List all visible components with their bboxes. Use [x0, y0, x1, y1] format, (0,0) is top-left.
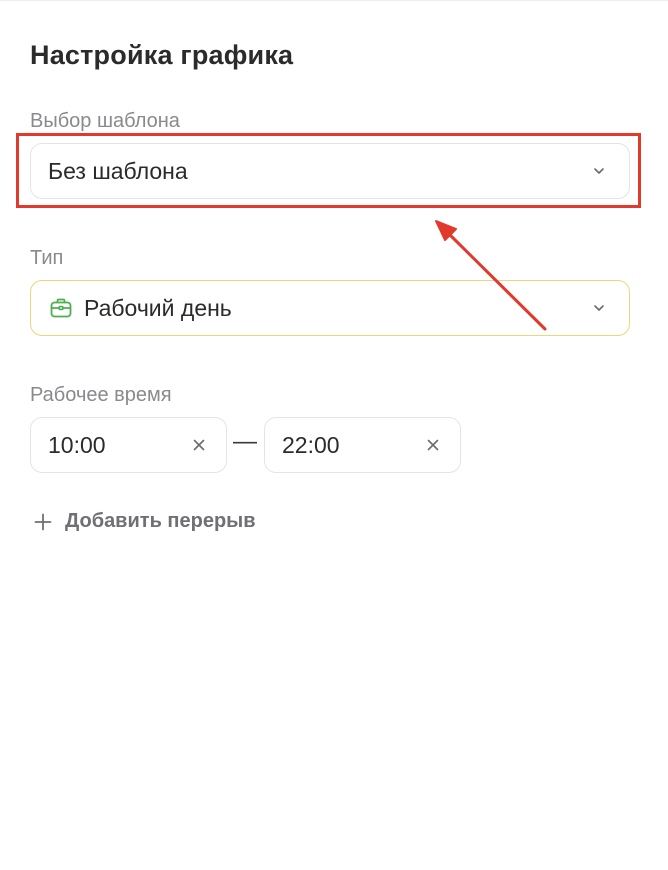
top-divider	[0, 0, 668, 1]
type-label: Тип	[30, 247, 64, 269]
template-label: Выбор шаблона	[30, 110, 180, 132]
start-time-input[interactable]	[48, 431, 158, 459]
close-icon[interactable]	[192, 438, 206, 452]
add-break-button[interactable]: Добавить перерыв	[34, 510, 256, 533]
working-time-label: Рабочее время	[30, 384, 172, 406]
start-time-field[interactable]	[30, 417, 227, 473]
type-select-value: Рабочий день	[84, 294, 232, 321]
plus-icon	[34, 513, 52, 530]
close-icon[interactable]	[426, 438, 440, 452]
end-time-input[interactable]	[282, 431, 392, 459]
time-range-separator: —	[233, 428, 257, 455]
template-select[interactable]: Без шаблона	[30, 143, 630, 199]
chevron-down-icon	[594, 305, 604, 311]
schedule-settings-panel: Настройка графика Выбор шаблона Без шабл…	[0, 0, 668, 870]
add-break-label: Добавить перерыв	[65, 510, 256, 532]
end-time-field[interactable]	[264, 417, 461, 473]
briefcase-icon	[50, 298, 72, 318]
chevron-down-icon	[594, 168, 604, 174]
template-select-value: Без шаблона	[48, 157, 188, 184]
page-title: Настройка графика	[30, 40, 294, 70]
type-select[interactable]: Рабочий день	[30, 280, 630, 336]
